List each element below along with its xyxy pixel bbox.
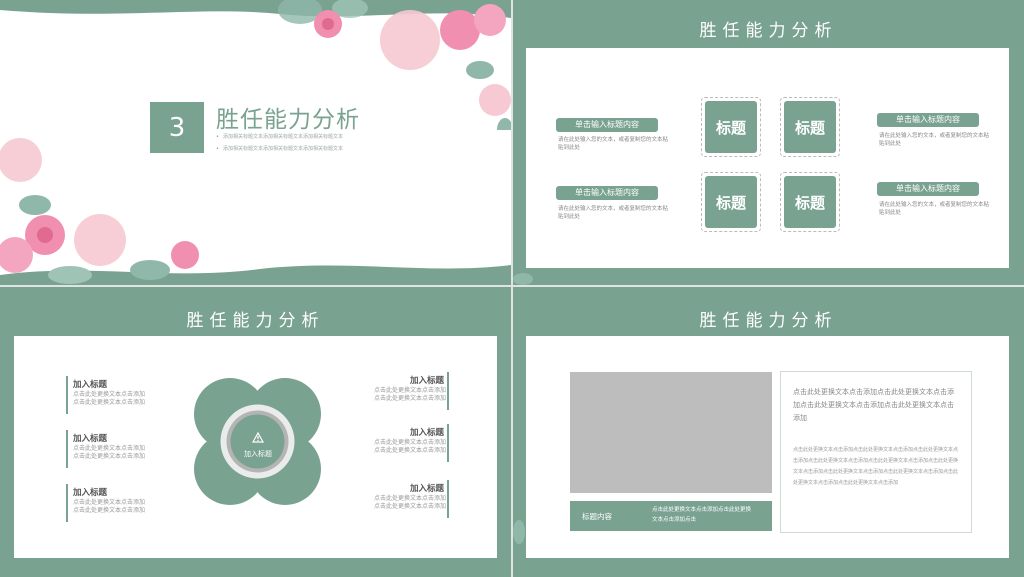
caption-text: 点击此处更换文本点击添加点击此处更换文本点击添加点击 bbox=[652, 507, 752, 523]
tile-label: 标题 bbox=[705, 101, 757, 153]
right-item-desc-2: 点击此处更换文本点击添加点击此处更换文本点击添加 bbox=[373, 439, 446, 454]
right-pill-2: 单击输入标题内容 bbox=[877, 182, 979, 196]
slide-2-thumbnail[interactable]: 胜任能力分析 单击输入标题内容 请在此处输入您的文本，或者复制您的文本粘贴到此处… bbox=[513, 0, 1024, 285]
warning-icon bbox=[252, 432, 264, 443]
right-item-bar-3 bbox=[447, 480, 449, 518]
slide-3-thumbnail[interactable]: 胜任能力分析 加入标题 点击此处更换文本点击添加点击此处更换文本点击添加 加入标… bbox=[0, 287, 511, 577]
right-item-title-3: 加入标题 bbox=[409, 484, 444, 494]
slide-3-header: 胜任能力分析 bbox=[186, 311, 325, 331]
section-title: 胜任能力分析 bbox=[216, 107, 360, 133]
right-item-bar-1 bbox=[447, 372, 449, 410]
right-item-desc-3: 点击此处更换文本点击添加点击此处更换文本点击添加 bbox=[373, 495, 446, 510]
tile-label: 标题 bbox=[705, 176, 757, 228]
right-item-bar-2 bbox=[447, 424, 449, 462]
left-item-title-1: 加入标题 bbox=[73, 380, 108, 390]
slide-4-panel: 标题内容 点击此处更换文本点击添加点击此处更换文本点击添加点击 点击此处更换文本… bbox=[526, 336, 1009, 558]
center-label: 加入标题 bbox=[244, 450, 272, 458]
left-desc-1: 请在此处输入您的文本，或者复制您的文本粘贴到此处 bbox=[558, 137, 669, 151]
left-pill-1: 单击输入标题内容 bbox=[556, 118, 658, 132]
right-pill-1: 单击输入标题内容 bbox=[877, 113, 979, 127]
left-item-desc-2: 点击此处更换文本点击添加点击此处更换文本点击添加 bbox=[73, 445, 146, 460]
slide-1-thumbnail[interactable]: 3 胜任能力分析 • 添加相关标题文本添加相关标题文本添加相关标题文本 • 添加相关… bbox=[0, 0, 511, 285]
slide-2-header: 胜任能力分析 bbox=[699, 21, 838, 41]
tile-top-left: 标题 bbox=[701, 97, 761, 157]
section-subtitle-2: • 添加相关标题文本添加相关标题文本添加相关标题文本 bbox=[216, 146, 343, 152]
tile-bottom-right: 标题 bbox=[780, 172, 840, 232]
tile-label: 标题 bbox=[784, 176, 836, 228]
text-box-main: 点击此处更换文本点击添加点击此处更换文本点击添加点击此处更换文本点击添加点击此处… bbox=[793, 388, 954, 422]
left-item-title-2: 加入标题 bbox=[73, 434, 108, 444]
section-number-box: 3 bbox=[150, 102, 204, 153]
left-desc-2: 请在此处输入您的文本，或者复制您的文本粘贴到此处 bbox=[558, 206, 669, 220]
caption-bar: 标题内容 点击此处更换文本点击添加点击此处更换文本点击添加点击 bbox=[570, 501, 772, 531]
left-item-title-3: 加入标题 bbox=[73, 488, 108, 498]
left-pill-2: 单击输入标题内容 bbox=[556, 186, 658, 200]
slide-4-thumbnail[interactable]: 胜任能力分析 标题内容 点击此处更换文本点击添加点击此处更换文本点击添加点击 点… bbox=[513, 287, 1024, 577]
tile-label: 标题 bbox=[784, 101, 836, 153]
section-subtitle-1: • 添加相关标题文本添加相关标题文本添加相关标题文本 bbox=[216, 134, 343, 140]
left-item-bar-1 bbox=[66, 376, 68, 414]
slide-3-panel: 加入标题 点击此处更换文本点击添加点击此处更换文本点击添加 加入标题 点击此处更… bbox=[14, 336, 497, 558]
subtitle-text-2: 添加相关标题文本添加相关标题文本添加相关标题文本 bbox=[222, 146, 343, 152]
slide-4-header: 胜任能力分析 bbox=[699, 311, 838, 331]
right-item-title-2: 加入标题 bbox=[409, 428, 444, 438]
right-item-title-1: 加入标题 bbox=[409, 376, 444, 386]
text-box: 点击此处更换文本点击添加点击此处更换文本点击添加点击此处更换文本点击添加点击此处… bbox=[780, 371, 972, 533]
right-desc-2: 请在此处输入您的文本，或者复制您的文本粘贴到此处 bbox=[879, 202, 990, 216]
left-item-desc-3: 点击此处更换文本点击添加点击此处更换文本点击添加 bbox=[73, 499, 146, 514]
caption-title: 标题内容 bbox=[582, 512, 612, 521]
image-placeholder[interactable] bbox=[570, 372, 772, 493]
subtitle-text-1: 添加相关标题文本添加相关标题文本添加相关标题文本 bbox=[222, 134, 343, 140]
right-item-desc-1: 点击此处更换文本点击添加点击此处更换文本点击添加 bbox=[373, 387, 446, 402]
text-box-details: 点击此处更换文本点击添加点击此处更换文本点击添加点击此处更换文本点击添加点击此处… bbox=[793, 447, 959, 486]
leaf-decoration bbox=[513, 520, 525, 544]
slide-2-panel: 单击输入标题内容 请在此处输入您的文本，或者复制您的文本粘贴到此处 单击输入标题… bbox=[526, 48, 1009, 268]
right-desc-1: 请在此处输入您的文本，或者复制您的文本粘贴到此处 bbox=[879, 133, 990, 147]
left-item-desc-1: 点击此处更换文本点击添加点击此处更换文本点击添加 bbox=[73, 391, 146, 406]
left-item-bar-2 bbox=[66, 430, 68, 468]
leaf-decoration bbox=[513, 273, 533, 285]
tile-top-right: 标题 bbox=[780, 97, 840, 157]
left-item-bar-3 bbox=[66, 484, 68, 522]
tile-bottom-left: 标题 bbox=[701, 172, 761, 232]
